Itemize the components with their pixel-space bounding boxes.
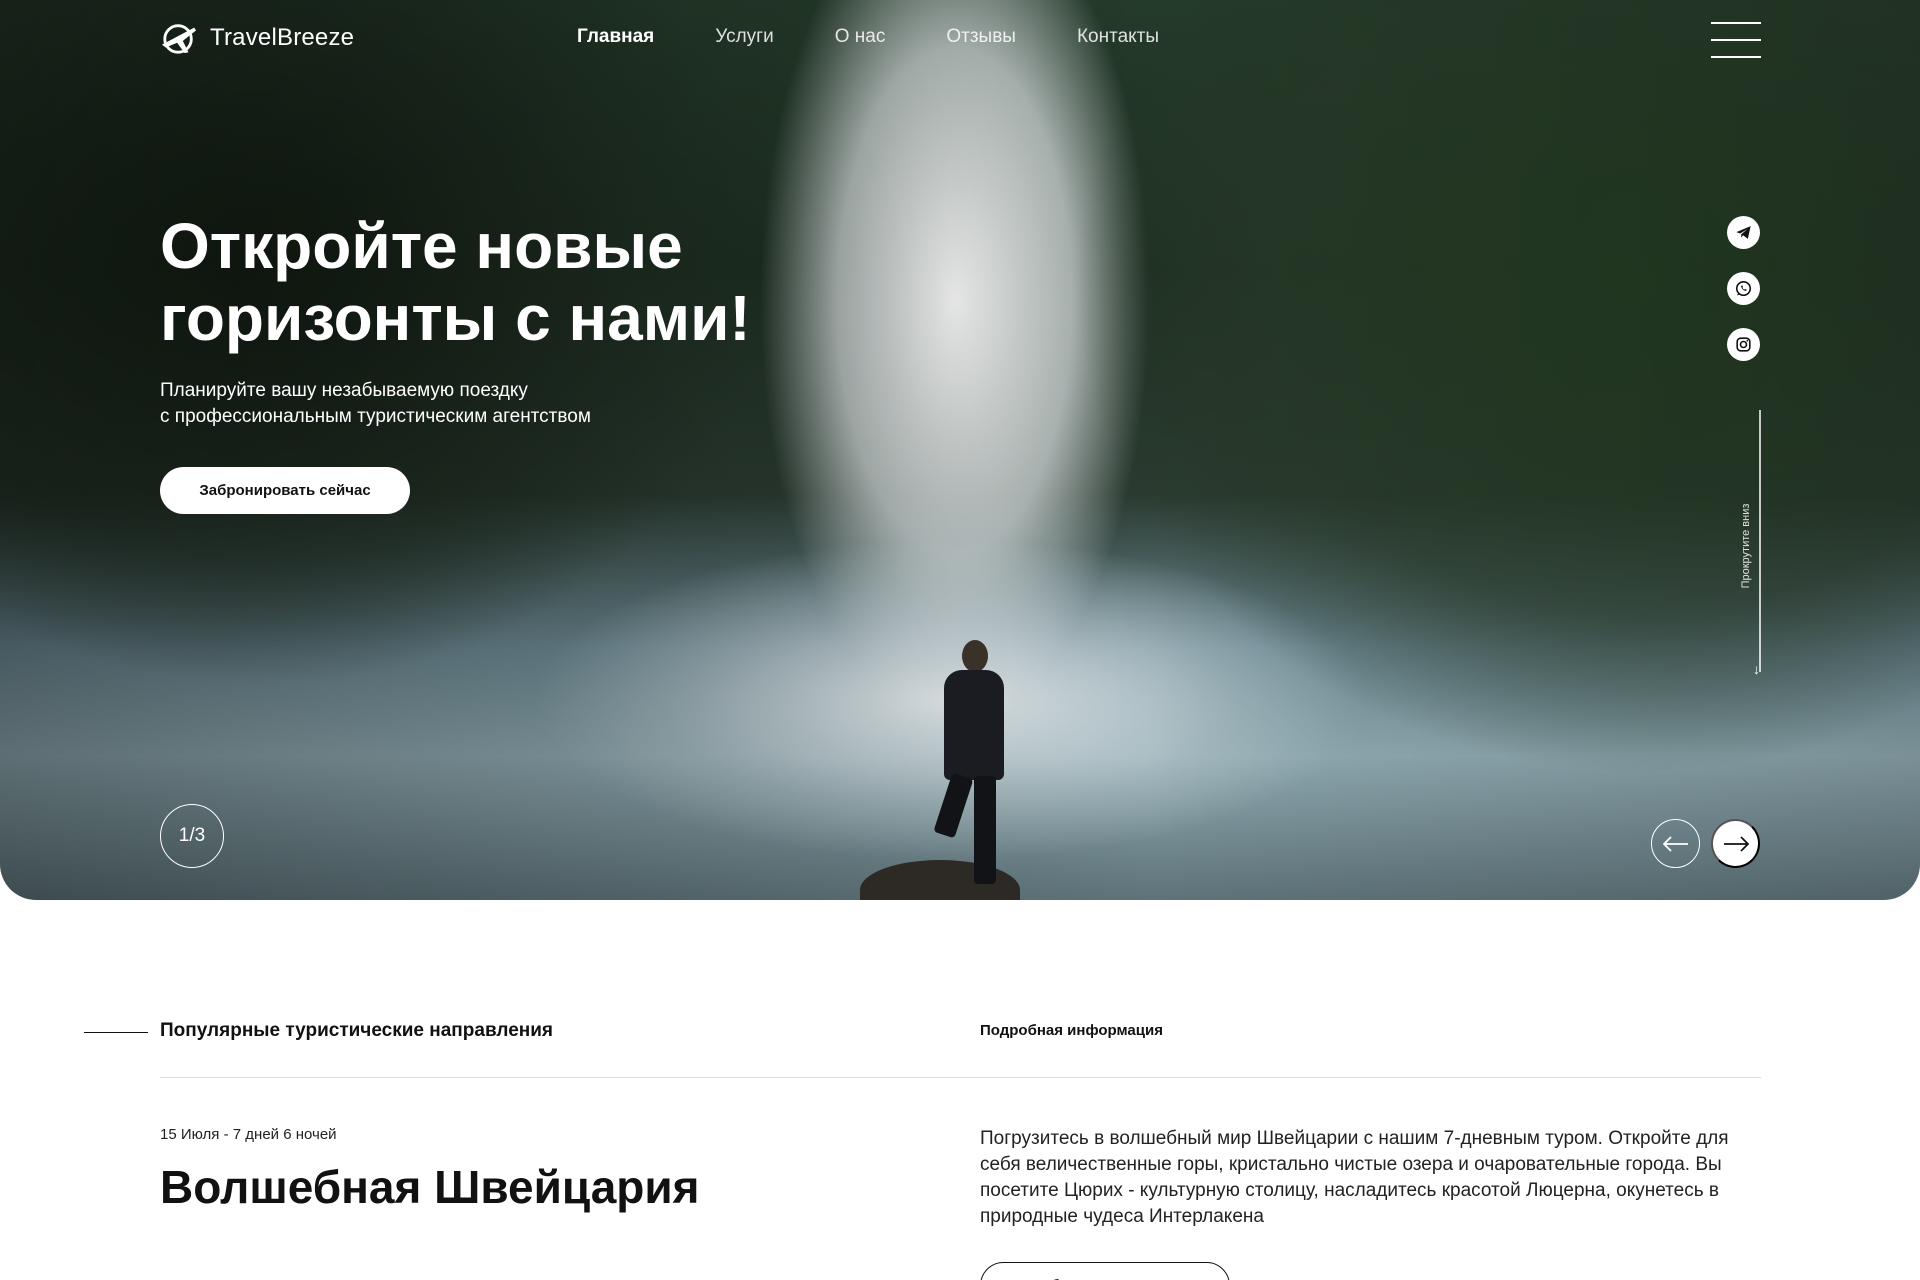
hero-subtitle-line1: Планируйте вашу незабываемую поездку — [160, 380, 528, 401]
tour-title: Волшебная Швейцария — [160, 1161, 700, 1213]
hero-banner: TravelBreeze Главная Услуги О нас Отзывы… — [0, 0, 1920, 900]
telegram-icon[interactable] — [1727, 216, 1760, 249]
slide-counter: 1/3 — [160, 804, 224, 868]
nav-item-contacts[interactable]: Контакты — [1077, 26, 1159, 48]
book-tour-button[interactable]: Забронировать тур — [980, 1262, 1230, 1280]
book-now-button[interactable]: Забронировать сейчас — [160, 467, 410, 514]
section-title: Популярные туристические направления — [160, 1020, 553, 1041]
tour-description: Погрузитесь в волшебный мир Швейцарии с … — [980, 1128, 1729, 1227]
nav-item-reviews[interactable]: Отзывы — [946, 26, 1016, 48]
section-divider — [160, 1077, 1761, 1078]
scroll-hint[interactable]: Прокрутите вниз — [1740, 486, 1752, 606]
instagram-icon[interactable] — [1727, 328, 1760, 361]
whatsapp-icon[interactable] — [1727, 272, 1760, 305]
prev-slide-button[interactable] — [1651, 819, 1700, 868]
logo[interactable]: TravelBreeze — [160, 20, 354, 56]
arrow-left-icon — [1662, 835, 1688, 852]
plane-globe-icon — [161, 24, 197, 54]
nav-item-about[interactable]: О нас — [835, 26, 886, 48]
arrow-right-icon — [1723, 835, 1749, 852]
hero-title: Откройте новые горизонты с нами! — [160, 210, 751, 354]
tour-date: 15 Июля — [160, 1126, 220, 1143]
brand-name: TravelBreeze — [210, 24, 355, 51]
hero-subtitle: Планируйте вашу незабываемую поездку с п… — [160, 378, 720, 430]
section-title-line — [84, 1032, 148, 1033]
details-link[interactable]: Подробная информация — [980, 1022, 1163, 1039]
tour-duration: - 7 дней 6 ночей — [219, 1126, 337, 1143]
social-links — [1727, 216, 1760, 361]
scroll-indicator-line — [1759, 410, 1761, 672]
nav-item-services[interactable]: Услуги — [715, 26, 773, 48]
main-nav: Главная Услуги О нас Отзывы Контакты — [577, 26, 1159, 48]
arrow-down-icon: ↓ — [1753, 661, 1760, 677]
hero-subtitle-line2: с профессиональным туристическим агентст… — [160, 406, 591, 427]
hamburger-menu-icon[interactable] — [1711, 22, 1761, 58]
tour-meta: 15 Июля - 7 дней 6 ночей — [160, 1126, 337, 1143]
next-slide-button[interactable] — [1711, 819, 1760, 868]
hero-person-silhouette — [908, 640, 1018, 890]
nav-item-home[interactable]: Главная — [577, 26, 654, 48]
